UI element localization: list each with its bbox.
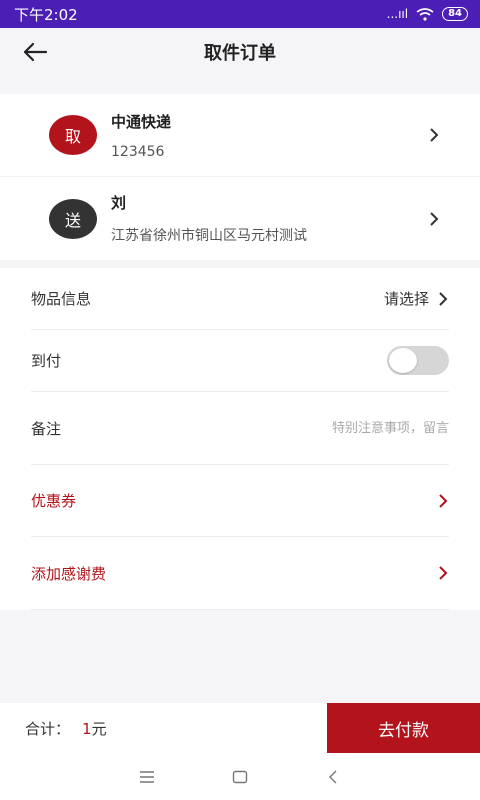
coupon-row[interactable]: 优惠券 [31,465,449,537]
item-info-row[interactable]: 物品信息 请选择 [31,268,449,330]
item-info-select[interactable]: 请选择 [384,288,449,309]
menu-icon [139,770,154,783]
home-button[interactable] [220,757,260,797]
home-icon [232,770,248,783]
chevron-left-icon [329,770,337,783]
arrow-left-icon [23,42,48,62]
signal-icon: ...ııl [386,7,409,21]
coupon-label: 优惠券 [31,492,77,510]
nav-bar: 取件订单 [0,28,480,76]
item-info-value: 请选择 [383,290,429,308]
chevron-right-icon [439,566,448,580]
remark-input[interactable] [249,420,449,436]
cod-toggle[interactable] [387,346,449,375]
delivery-row[interactable]: 送 刘 江苏省徐州市铜山区马元村测试 [0,176,480,260]
pickup-name: 中通快递 [111,112,172,131]
status-bar: 下午2:02 ...ııl 84 [0,0,480,28]
total-amount: 1 [82,719,92,738]
pickup-row[interactable]: 取 中通快递 123456 [0,94,480,176]
cod-row: 到付 [31,330,449,392]
pickup-code: 123456 [111,143,165,160]
back-button[interactable] [20,38,50,66]
chevron-right-icon [439,291,448,306]
battery-icon: 84 [442,7,468,21]
delivery-name: 刘 [111,194,127,212]
total-price: 合计： 1元 [0,718,327,739]
menu-button[interactable] [127,757,167,797]
delivery-badge: 送 [49,198,97,239]
total-unit: 元 [91,719,107,738]
pickup-info: 中通快递 123456 [111,111,171,160]
toggle-knob [389,348,417,373]
tip-label: 添加感谢费 [31,564,107,583]
remark-label: 备注 [31,419,62,438]
pickup-badge: 取 [49,115,97,155]
remark-row: 备注 [31,392,449,465]
tip-row[interactable]: 添加感谢费 [31,537,449,610]
checkout-bar: 合计： 1元 去付款 [0,703,480,753]
total-label: 合计： [25,719,71,738]
delivery-info: 刘 江苏省徐州市铜山区马元村测试 [111,192,307,245]
pay-button[interactable]: 去付款 [327,703,480,753]
cod-label: 到付 [31,352,62,370]
status-time: 下午2:02 [14,5,78,24]
system-nav-bar [0,753,480,800]
order-form: 物品信息 请选择 到付 备注 优惠券 添加感谢费 [0,268,480,610]
item-info-label: 物品信息 [31,290,92,308]
address-card: 取 中通快递 123456 送 刘 江苏省徐州市铜山区马元村测试 [0,94,480,260]
status-icons: ...ııl 84 [387,7,468,21]
back-nav-button[interactable] [313,757,353,797]
chevron-right-icon [430,128,439,142]
chevron-right-icon [439,493,448,508]
wifi-icon [416,7,434,21]
chevron-right-icon [430,211,439,226]
page-title: 取件订单 [204,43,276,64]
delivery-address: 江苏省徐州市铜山区马元村测试 [111,228,307,244]
